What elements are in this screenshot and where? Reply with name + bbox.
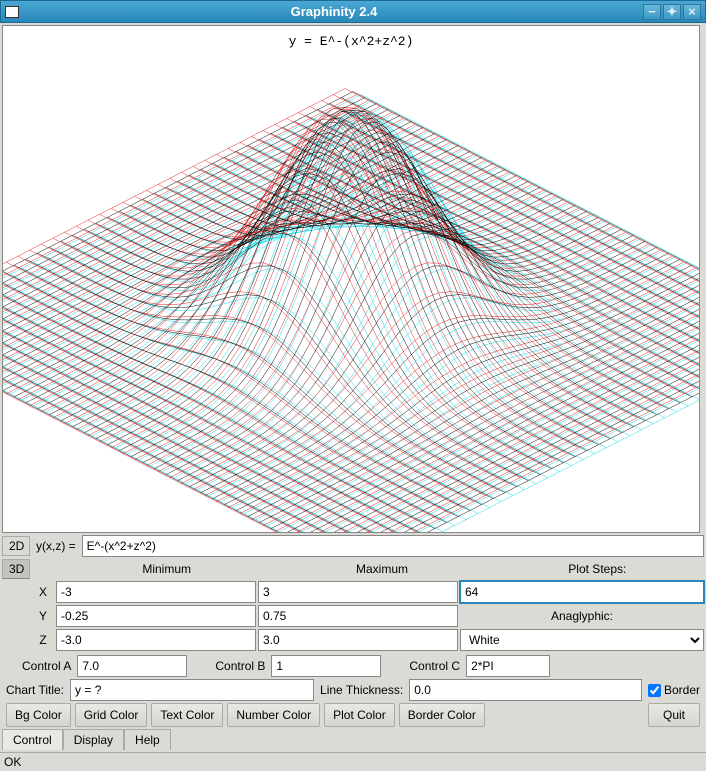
plotsteps-header: Plot Steps: (491, 562, 704, 576)
bg-color-button[interactable]: Bg Color (6, 703, 71, 727)
plot-title: y = E^-(x^2+z^2) (3, 34, 699, 49)
window-title: Graphinity 2.4 (25, 4, 643, 19)
surface-plot (3, 26, 700, 533)
z-max-input[interactable] (258, 629, 458, 651)
quit-button[interactable]: Quit (648, 703, 700, 727)
y-max-input[interactable] (258, 605, 458, 627)
text-color-button[interactable]: Text Color (151, 703, 223, 727)
bottom-tabs: Control Display Help (2, 729, 704, 750)
function-label: y(x,z) = (32, 539, 80, 553)
border-checkbox-container[interactable]: Border (644, 683, 704, 697)
chart-title-input[interactable] (70, 679, 314, 701)
app-icon (5, 6, 19, 18)
y-label: Y (32, 609, 54, 623)
anaglyphic-select[interactable]: White (460, 629, 704, 651)
x-min-input[interactable] (56, 581, 256, 603)
titlebar: Graphinity 2.4 − ✦ × (0, 0, 706, 23)
grid-color-button[interactable]: Grid Color (75, 703, 148, 727)
x-label: X (32, 585, 54, 599)
maximize-button[interactable]: ✦ (663, 4, 681, 20)
maximum-header: Maximum (275, 562, 488, 576)
line-thickness-input[interactable] (409, 679, 641, 701)
plot-steps-input[interactable] (460, 581, 704, 603)
tab-3d[interactable]: 3D (2, 559, 30, 579)
control-a-label: Control A (18, 659, 75, 673)
border-label: Border (664, 683, 700, 697)
z-label: Z (32, 633, 54, 647)
tab-help[interactable]: Help (124, 729, 171, 750)
z-min-input[interactable] (56, 629, 256, 651)
control-c-label: Control C (405, 659, 464, 673)
y-min-input[interactable] (56, 605, 256, 627)
tab-2d[interactable]: 2D (2, 536, 30, 556)
status-bar: OK (0, 752, 706, 771)
plot-canvas[interactable]: y = E^-(x^2+z^2) (2, 25, 700, 533)
border-checkbox[interactable] (648, 684, 661, 697)
control-a-input[interactable] (77, 655, 187, 677)
plot-color-button[interactable]: Plot Color (324, 703, 395, 727)
control-b-label: Control B (211, 659, 269, 673)
close-button[interactable]: × (683, 4, 701, 20)
chart-title-label: Chart Title: (2, 683, 68, 697)
function-input[interactable] (82, 535, 704, 557)
tab-display[interactable]: Display (63, 729, 124, 750)
control-c-input[interactable] (466, 655, 550, 677)
control-b-input[interactable] (271, 655, 381, 677)
minimize-button[interactable]: − (643, 4, 661, 20)
x-max-input[interactable] (258, 581, 458, 603)
minimum-header: Minimum (60, 562, 273, 576)
number-color-button[interactable]: Number Color (227, 703, 320, 727)
line-thickness-label: Line Thickness: (316, 683, 407, 697)
anaglyphic-label: Anaglyphic: (460, 609, 704, 623)
tab-control[interactable]: Control (2, 729, 63, 750)
border-color-button[interactable]: Border Color (399, 703, 485, 727)
